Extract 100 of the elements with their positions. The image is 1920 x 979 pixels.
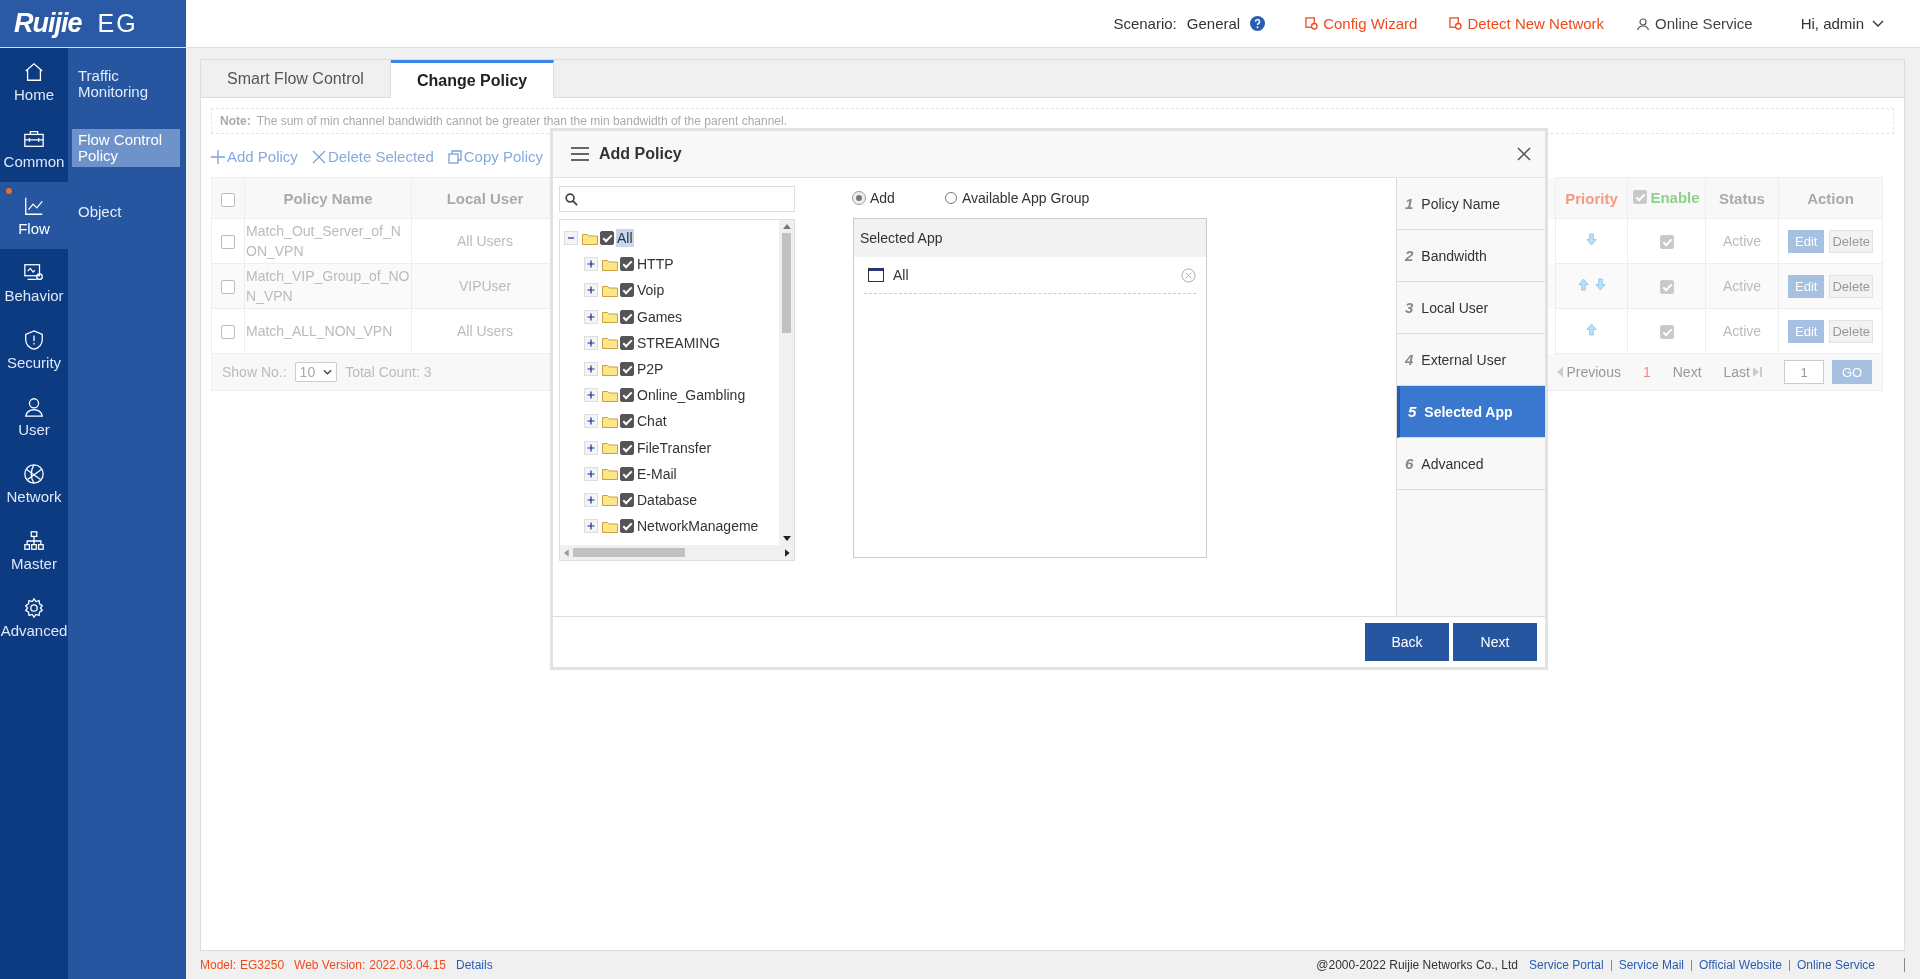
- footer-link[interactable]: Online Service: [1788, 959, 1882, 971]
- table-cell: Match_VIP_Group_of_NON_VPN: [244, 263, 412, 309]
- step-item[interactable]: 2 Bandwidth: [1397, 230, 1545, 282]
- tree-node-label[interactable]: HTTP: [636, 255, 675, 274]
- expander-icon[interactable]: [584, 440, 598, 455]
- scroll-down-icon[interactable]: [782, 536, 791, 541]
- nav-item[interactable]: Flow: [0, 182, 68, 249]
- enable-checkbox[interactable]: [1659, 235, 1674, 250]
- tree-checkbox[interactable]: [620, 519, 634, 534]
- row-checkbox[interactable]: [221, 325, 235, 340]
- step-item[interactable]: 3 Local User: [1397, 282, 1545, 334]
- expander-icon[interactable]: [584, 335, 598, 350]
- radio-option[interactable]: Add: [853, 190, 895, 206]
- help-icon[interactable]: [1250, 16, 1266, 31]
- header-link[interactable]: Detect New Network: [1449, 15, 1605, 32]
- footer-link[interactable]: Official Website: [1691, 959, 1789, 971]
- tree-node-label[interactable]: STREAMING: [636, 333, 722, 352]
- details-link[interactable]: Details: [456, 958, 493, 972]
- scroll-up-icon[interactable]: [782, 224, 791, 229]
- shield-icon: [23, 328, 45, 351]
- tree-checkbox[interactable]: [620, 492, 634, 507]
- nav-item[interactable]: Network: [0, 450, 68, 517]
- footer-link[interactable]: Service Mail: [1610, 959, 1692, 971]
- search-field[interactable]: [559, 186, 795, 212]
- nav-item[interactable]: Advanced: [0, 584, 68, 651]
- user-menu[interactable]: Hi, admin: [1800, 15, 1884, 32]
- tree-node-label[interactable]: Games: [636, 307, 684, 326]
- folder-icon: [602, 283, 618, 297]
- enable-checkbox[interactable]: [1659, 325, 1674, 340]
- nav-item[interactable]: User: [0, 383, 68, 450]
- enable-all-checkbox[interactable]: [1633, 190, 1648, 205]
- tree-checkbox[interactable]: [600, 231, 614, 246]
- scroll-left-icon[interactable]: [564, 548, 569, 557]
- nav-item[interactable]: Master: [0, 517, 68, 584]
- select-all-checkbox[interactable]: [221, 192, 235, 207]
- tree-node-label[interactable]: Online_Gambling: [636, 386, 747, 405]
- step-item[interactable]: 6 Advanced: [1397, 438, 1545, 490]
- tree-node-label[interactable]: P2P: [636, 360, 665, 379]
- tree-node-label[interactable]: NetworkManageme: [636, 517, 760, 536]
- tree-checkbox[interactable]: [620, 362, 634, 377]
- row-checkbox[interactable]: [221, 280, 235, 295]
- nav-item[interactable]: Behavior: [0, 249, 68, 316]
- tab[interactable]: Change Policy: [390, 60, 555, 98]
- nav-item[interactable]: Home: [0, 48, 68, 115]
- step-item[interactable]: 1 Policy Name: [1397, 178, 1545, 230]
- version-value: 2022.03.04.15: [369, 958, 446, 972]
- enable-checkbox[interactable]: [1659, 280, 1674, 295]
- column-header: Priority: [1555, 177, 1628, 219]
- tree-checkbox[interactable]: [620, 440, 634, 455]
- scroll-right-icon[interactable]: [785, 548, 790, 557]
- expander-icon[interactable]: [584, 257, 598, 272]
- tree-node-label[interactable]: Database: [636, 490, 698, 509]
- tree-checkbox[interactable]: [620, 335, 634, 350]
- horizontal-scrollbar[interactable]: [560, 545, 794, 560]
- menu-icon: [571, 147, 589, 161]
- nav-item[interactable]: Security: [0, 316, 68, 383]
- expander-icon[interactable]: [584, 388, 598, 403]
- expander-icon[interactable]: [564, 231, 578, 246]
- tree-checkbox[interactable]: [620, 283, 634, 298]
- tree-checkbox[interactable]: [620, 466, 634, 481]
- folder-icon: [602, 414, 618, 428]
- expander-icon[interactable]: [584, 519, 598, 534]
- subnav-item[interactable]: Traffic Monitoring: [72, 65, 180, 103]
- tree-checkbox[interactable]: [620, 309, 634, 324]
- close-icon[interactable]: [1517, 147, 1531, 161]
- footer-link[interactable]: Service Portal: [1521, 959, 1611, 971]
- column-header: Status: [1705, 177, 1779, 219]
- table-cell: Active: [1705, 218, 1779, 264]
- back-button[interactable]: Back: [1365, 623, 1449, 661]
- scrollbar-thumb[interactable]: [572, 548, 686, 557]
- tree-node-label[interactable]: FileTransfer: [636, 438, 713, 457]
- expander-icon[interactable]: [584, 283, 598, 298]
- header-link[interactable]: Config Wizard: [1305, 15, 1418, 32]
- note-label: Note:: [220, 114, 251, 128]
- subnav-item[interactable]: Object: [72, 201, 180, 223]
- remove-icon[interactable]: [1181, 267, 1196, 283]
- next-button[interactable]: Next: [1453, 623, 1537, 661]
- expander-icon[interactable]: [584, 492, 598, 507]
- tree-node-label[interactable]: Voip: [636, 281, 666, 300]
- expander-icon[interactable]: [584, 414, 598, 429]
- tree-node-label[interactable]: All: [616, 229, 634, 248]
- expander-icon[interactable]: [584, 362, 598, 377]
- tree-checkbox[interactable]: [620, 414, 634, 429]
- expander-icon[interactable]: [584, 309, 598, 324]
- brand-logo: Ruijie: [14, 8, 82, 39]
- tree-checkbox[interactable]: [620, 257, 634, 272]
- scrollbar-thumb[interactable]: [782, 233, 791, 333]
- tree-node-label[interactable]: E-Mail: [636, 464, 678, 483]
- row-checkbox[interactable]: [221, 235, 235, 250]
- step-item[interactable]: 5 Selected App: [1397, 386, 1545, 438]
- tree-checkbox[interactable]: [620, 388, 634, 403]
- folder-icon: [582, 231, 598, 245]
- copyright-text: @2000-2022 Ruijie Networks Co., Ltd: [1316, 958, 1518, 972]
- nav-item[interactable]: Common: [0, 115, 68, 182]
- radio-option[interactable]: Available App Group: [944, 190, 1090, 206]
- search-icon: [565, 192, 578, 206]
- expander-icon[interactable]: [584, 466, 598, 481]
- vertical-scrollbar[interactable]: [779, 220, 794, 545]
- header-link[interactable]: Online Service: [1636, 15, 1753, 32]
- tree-node-label[interactable]: Chat: [636, 412, 668, 431]
